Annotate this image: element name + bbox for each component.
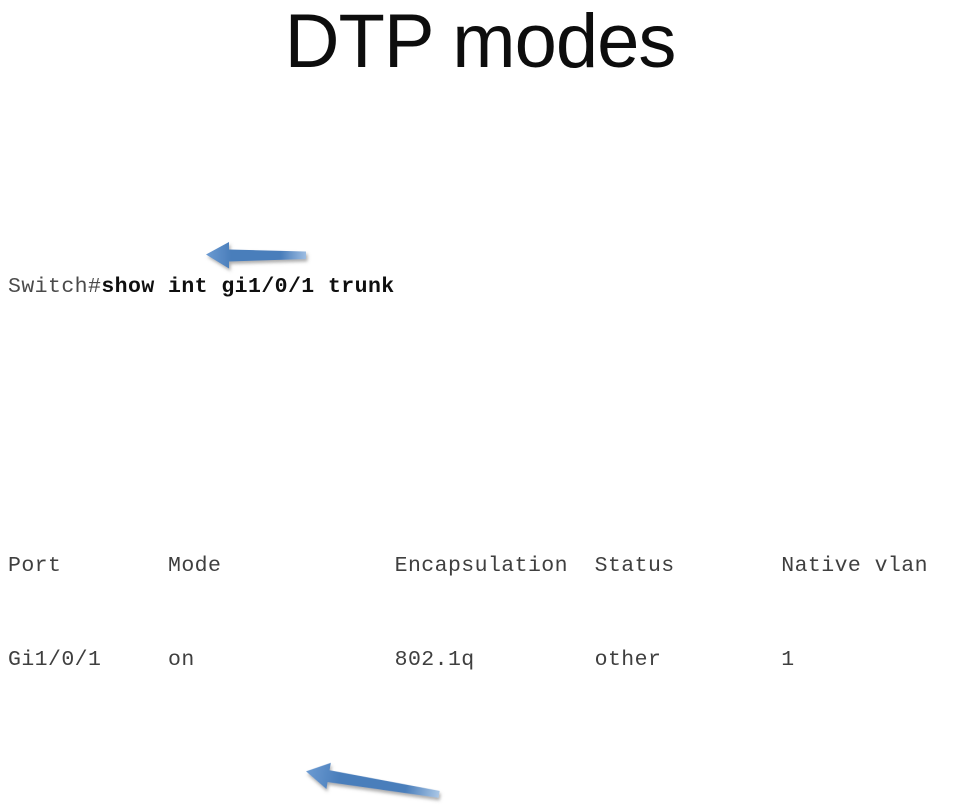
trunk-summary-row: Gi1/0/1 on 802.1q other 1 [8, 648, 795, 673]
trunk-summary-header: Port Mode Encapsulation Status Native vl… [8, 553, 928, 578]
terminal-output: Switch#show int gi1/0/1 trunk Port Mode … [8, 146, 960, 812]
prompt-1: Switch# [8, 274, 102, 299]
command-line-1: Switch#show int gi1/0/1 trunk [8, 272, 960, 303]
page-title: DTP modes [284, 0, 677, 84]
command-text-1: show int gi1/0/1 trunk [101, 274, 395, 299]
slide-canvas: DTP modes Switch#show int gi1/0/1 trunk … [0, 0, 960, 812]
